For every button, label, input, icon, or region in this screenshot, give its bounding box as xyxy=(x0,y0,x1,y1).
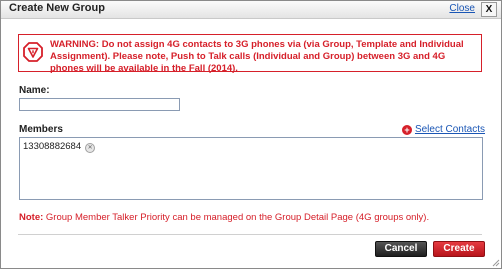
warning-text: WARNING: Do not assign 4G contacts to 3G… xyxy=(50,39,464,74)
dialog-titlebar: Create New Group Close X xyxy=(1,1,501,19)
note-text: Note: Group Member Talker Priority can b… xyxy=(19,212,429,223)
name-input[interactable] xyxy=(19,98,180,111)
create-button[interactable]: Create xyxy=(433,241,485,257)
close-link[interactable]: Close xyxy=(449,3,475,14)
members-list[interactable]: 13308882684 ✕ xyxy=(19,137,483,200)
close-icon[interactable]: X xyxy=(481,2,497,17)
warning-banner: WARNING: Do not assign 4G contacts to 3G… xyxy=(18,34,482,74)
cancel-button[interactable]: Cancel xyxy=(375,241,427,257)
add-circle-icon: + xyxy=(401,125,412,135)
member-chip: 13308882684 ✕ xyxy=(23,141,96,153)
remove-member-icon[interactable]: ✕ xyxy=(85,143,96,153)
dialog-title: Create New Group xyxy=(9,2,105,14)
member-number: 13308882684 xyxy=(23,141,82,152)
note-body: Group Member Talker Priority can be mana… xyxy=(43,212,430,223)
create-group-dialog: Create New Group Close X WARNING: Do not… xyxy=(0,0,502,269)
select-contacts-label: Select Contacts xyxy=(414,124,485,135)
members-label: Members xyxy=(19,124,63,135)
resize-grip-icon[interactable] xyxy=(492,259,500,267)
select-contacts-link[interactable]: + Select Contacts xyxy=(401,124,485,135)
warning-icon xyxy=(23,42,43,62)
note-prefix: Note: xyxy=(19,212,44,223)
name-label: Name: xyxy=(19,85,50,96)
footer-divider xyxy=(18,234,482,235)
